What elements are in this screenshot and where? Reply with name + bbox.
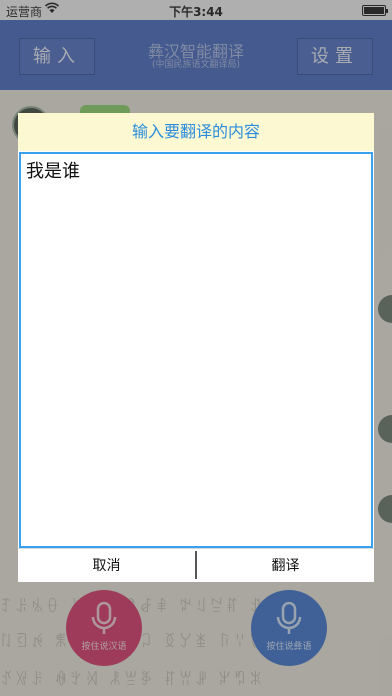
cancel-button[interactable]: 取消 [18,549,195,583]
translation-text-input[interactable]: 我是谁 [19,152,373,548]
dialog-actions: 取消 翻译 [18,548,374,582]
translate-input-dialog: 输入要翻译的内容 我是谁 取消 翻译 [18,113,374,582]
translate-button[interactable]: 翻译 [197,549,374,583]
dialog-title: 输入要翻译的内容 [18,113,374,151]
